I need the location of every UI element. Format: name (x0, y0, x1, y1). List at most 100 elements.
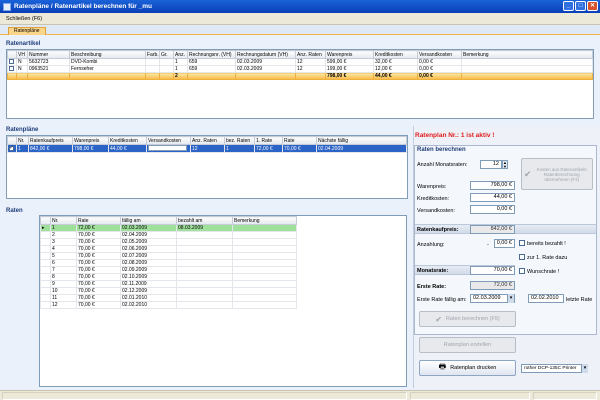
rates-cell: 10 (50, 287, 77, 295)
plans-header-6[interactable]: Anz. Raten (190, 136, 225, 145)
rates-row[interactable]: 11 70,00 €02.01.2010 (40, 294, 406, 302)
calc-rates-label: Raten berechnen (F5) (445, 316, 500, 322)
articles-sum-cell: 0,00 € (417, 72, 462, 80)
editing-cell-input[interactable]: 0,00 € (148, 145, 187, 152)
articles-header-0[interactable] (7, 50, 17, 59)
rates-row[interactable]: 3 70,00 €02.05.2009 (40, 238, 406, 246)
rates-cell (40, 231, 51, 239)
plans-header-0[interactable] (7, 136, 17, 145)
wish-rate-checkbox[interactable] (519, 268, 525, 274)
credit-field[interactable]: 44,00 € (470, 193, 515, 202)
printer-icon: 🖶 (438, 362, 447, 371)
articles-header-7[interactable]: Rechnungsnr. (VH) (187, 50, 236, 59)
row-checkbox[interactable] (9, 59, 14, 65)
down-payment-field[interactable]: 0,00 € (494, 239, 515, 248)
rates-header-0[interactable] (40, 216, 51, 225)
articles-header-8[interactable]: Rechnungsdatum (VH) (235, 50, 296, 59)
articles-cell: Fernseher (69, 65, 146, 73)
rates-header-2[interactable]: Rate (76, 216, 121, 225)
close-window-button[interactable]: ✕ (587, 1, 598, 11)
rates-header-4[interactable]: bezahlt am (176, 216, 233, 225)
articles-row[interactable]: N 0963521 Fernseher 1 659 02.03.2009 12 199,00 … (7, 65, 593, 73)
articles-header-4[interactable]: Farb. (145, 50, 160, 59)
plans-header-3[interactable]: Warenpreis (72, 136, 109, 145)
rates-row[interactable]: 12 70,00 €02.02.2010 (40, 301, 406, 309)
title-bar: Ratenpläne / Ratenartikel berechnen für … (0, 0, 600, 13)
num-months-field[interactable]: 12 (480, 160, 502, 169)
paid-checkbox[interactable] (519, 240, 525, 246)
num-months-label: Anzahl Monatsraten: (417, 162, 468, 168)
rates-cell: 02.09.2009 (120, 266, 177, 274)
rates-cell (176, 252, 233, 260)
articles-header-13[interactable]: Bemerkung (461, 50, 593, 59)
articles-cell: 02.03.2009 (235, 58, 296, 66)
articles-sum-cell (295, 72, 326, 80)
articles-sum-cell (235, 72, 296, 80)
articles-grid[interactable]: VH Nummer Beschreibung Farb. Gr. Anz. Rechnung… (6, 49, 594, 119)
rates-row[interactable]: 4 70,00 €02.06.2009 (40, 245, 406, 253)
plans-row[interactable]: 1842,00 €798,00 €44,00 €0,00 €12172,00 €… (7, 144, 407, 153)
calc-title: Raten berechnen (417, 147, 466, 153)
printer-select[interactable]: rother DCP-135C Printer (521, 364, 588, 373)
import-costs-label: Kosten aus Ratenartikeln Ratenberechnung… (536, 166, 587, 182)
rates-cell: 70,00 € (76, 280, 121, 288)
app-icon (3, 2, 11, 11)
articles-header-10[interactable]: Warenpreis (325, 50, 374, 59)
rates-grid[interactable]: Nr. Rate fällig am bezahlt am Bemerkung ▸ 1 72… (39, 215, 407, 387)
printer-dropdown-icon[interactable]: ▾ (581, 364, 588, 373)
plans-header-7[interactable]: bez. Raten (224, 136, 255, 145)
rates-cell: 02.03.2009 (120, 224, 177, 232)
row-checkbox[interactable] (9, 66, 14, 72)
articles-row[interactable]: N 5632723 DVD-Kombi 1 659 02.03.2009 12 599,00 … (7, 58, 593, 66)
articles-sum-cell (159, 72, 174, 80)
close-menu-item[interactable]: Schließen (F6) (6, 16, 42, 22)
articles-cell: 659 (187, 58, 236, 66)
shipping-field[interactable]: 0,00 € (470, 205, 515, 214)
first-add-checkbox[interactable] (519, 254, 525, 260)
articles-header-6[interactable]: Anz. (173, 50, 188, 59)
current-row-indicator-icon: ▸ (40, 224, 51, 232)
rates-row[interactable]: 2 70,00 €02.04.2009 (40, 231, 406, 239)
articles-header-2[interactable]: Nummer (27, 50, 70, 59)
rates-header-5[interactable]: Bemerkung (232, 216, 297, 225)
rates-row[interactable]: 10 70,00 €02.12.2009 (40, 287, 406, 295)
articles-header-5[interactable]: Gr. (159, 50, 174, 59)
plans-header-9[interactable]: Rate (282, 136, 317, 145)
plans-header-2[interactable]: Ratenkaufpreis (28, 136, 73, 145)
articles-header-12[interactable]: Versandkosten (417, 50, 462, 59)
rates-row[interactable]: ▸ 1 72,00 €02.03.2009 08.03.2009 (40, 224, 406, 232)
maximize-button[interactable]: □ (575, 1, 586, 11)
calc-rates-button[interactable]: ✔ Raten berechnen (F5) (419, 311, 516, 327)
rates-header-3[interactable]: fällig am (120, 216, 177, 225)
articles-header-9[interactable]: Anz. Raten (295, 50, 326, 59)
import-costs-button[interactable]: ✔ Kosten aus Ratenartikeln Ratenberechnu… (521, 158, 593, 190)
create-plan-button[interactable]: Ratenplan erstellen (419, 337, 516, 353)
plans-header-5[interactable]: Versandkosten (146, 136, 191, 145)
goods-field[interactable]: 798,00 € (470, 181, 515, 190)
plans-header-10[interactable]: Nächste fällig (316, 136, 407, 145)
plans-header-4[interactable]: Kreditkosten (108, 136, 147, 145)
print-plan-button[interactable]: 🖶 Ratenplan drucken (419, 360, 516, 376)
rates-row[interactable]: 7 70,00 €02.09.2009 (40, 266, 406, 274)
articles-sum-cell (145, 72, 160, 80)
articles-header-1[interactable]: VH (16, 50, 28, 59)
plans-header-8[interactable]: 1. Rate (254, 136, 283, 145)
rates-header-1[interactable]: Nr. (50, 216, 77, 225)
date-dropdown-icon[interactable]: ▾ (507, 294, 514, 303)
plans-header-1[interactable]: Nr. (16, 136, 29, 145)
plan-checkbox[interactable] (9, 146, 14, 151)
tab-ratenplaene[interactable]: Ratenpläne (8, 27, 46, 35)
monthly-field[interactable]: 70,00 € (470, 266, 515, 275)
articles-sum-cell: 44,00 € (373, 72, 418, 80)
plans-grid[interactable]: Nr. Ratenkaufpreis Warenpreis Kreditkosten V… (6, 135, 408, 199)
rates-row[interactable]: 6 70,00 €02.08.2009 (40, 259, 406, 267)
articles-header-3[interactable]: Beschreibung (69, 50, 146, 59)
minimize-button[interactable]: _ (563, 1, 574, 11)
num-months-spinner[interactable]: ▲ ▼ (502, 160, 508, 169)
rates-row[interactable]: 9 70,00 €02.11.2009 (40, 280, 406, 288)
rates-row[interactable]: 8 70,00 €02.10.2009 (40, 273, 406, 281)
rates-row[interactable]: 5 70,00 €02.07.2009 (40, 252, 406, 260)
articles-header-11[interactable]: Kreditkosten (373, 50, 418, 59)
plans-cell: 0,00 € (146, 144, 191, 153)
rates-cell (232, 287, 297, 295)
